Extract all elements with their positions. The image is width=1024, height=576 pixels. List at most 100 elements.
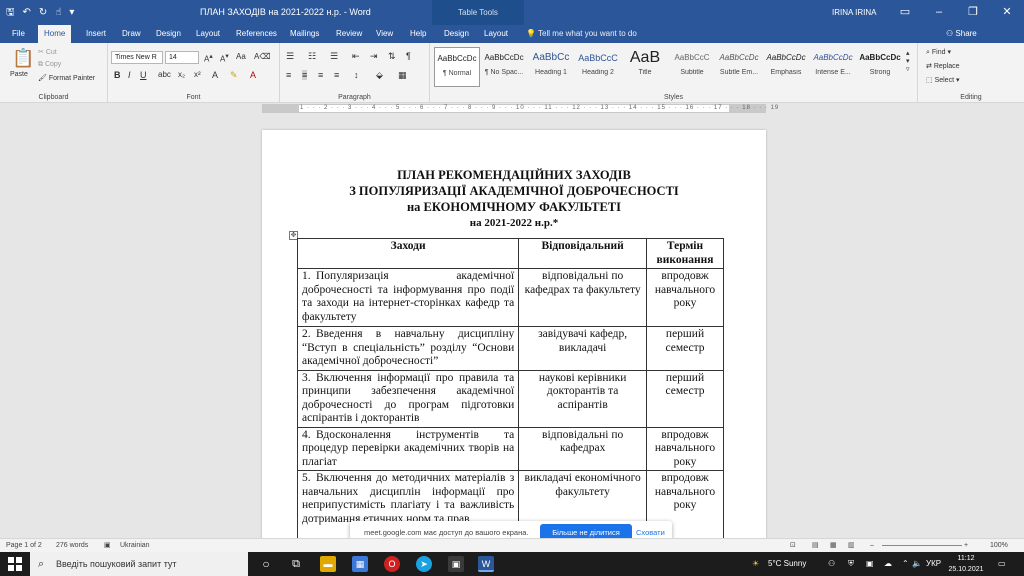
grow-font-icon[interactable]: A▴ bbox=[204, 52, 213, 64]
subscript-icon[interactable]: x₂ bbox=[178, 70, 185, 79]
measure-cell[interactable]: 3. Включення інформації про правила та пр… bbox=[296, 369, 520, 428]
responsible-cell[interactable]: наукові керівники докторантів та аспіран… bbox=[518, 369, 648, 428]
style-normal[interactable]: AaBbCcDc ¶ Normal bbox=[434, 47, 480, 87]
style-heading-2[interactable]: AaBbCcC Heading 2 bbox=[575, 47, 621, 87]
telegram-icon[interactable]: ➤ bbox=[416, 556, 432, 572]
touch-mode-icon[interactable]: ☝ bbox=[55, 0, 61, 25]
numbering-icon[interactable]: ☷ bbox=[308, 51, 316, 62]
language[interactable]: Ukrainian bbox=[120, 539, 150, 552]
zoom-out-icon[interactable]: – bbox=[870, 539, 874, 552]
responsible-cell[interactable]: завідувачі кафедр, викладачі bbox=[518, 326, 648, 371]
document-heading[interactable]: ПЛАН РЕКОМЕНДАЦІЙНИХ ЗАХОДІВ З ПОПУЛЯРИЗ… bbox=[262, 167, 766, 231]
tab-view[interactable]: View bbox=[370, 25, 399, 43]
print-layout-icon[interactable]: ▦ bbox=[830, 539, 837, 552]
zoom-level[interactable]: 100% bbox=[990, 539, 1008, 552]
weather-text[interactable]: 5°C Sunny bbox=[768, 552, 806, 576]
increase-indent-icon[interactable]: ⇥ bbox=[370, 51, 378, 62]
tab-help[interactable]: Help bbox=[404, 25, 432, 43]
share-button[interactable]: ⚇ Share bbox=[946, 25, 977, 42]
file-explorer-icon[interactable]: ▬ bbox=[320, 556, 336, 572]
taskbar-search-box[interactable]: ⌕ Введіть пошуковий запит тут bbox=[30, 552, 248, 576]
people-icon[interactable]: ⚇ bbox=[828, 552, 835, 576]
underline-icon[interactable]: U bbox=[140, 70, 147, 80]
paste-button[interactable]: Paste bbox=[10, 71, 28, 78]
copy-button[interactable]: ⧉ Copy bbox=[38, 61, 61, 69]
proofing-icon[interactable]: ▣ bbox=[104, 539, 111, 552]
header-measures[interactable]: Заходи bbox=[296, 238, 520, 269]
align-left-icon[interactable]: ≡ bbox=[286, 70, 291, 80]
document-page[interactable]: ПЛАН РЕКОМЕНДАЦІЙНИХ ЗАХОДІВ З ПОПУЛЯРИЗ… bbox=[262, 130, 766, 538]
shrink-font-icon[interactable]: A▾ bbox=[220, 52, 229, 64]
select-button[interactable]: ⬚ Select ▾ bbox=[926, 76, 960, 84]
term-cell[interactable]: перший семестр bbox=[646, 326, 724, 371]
word-count[interactable]: 276 words bbox=[56, 539, 88, 552]
tab-home[interactable]: Home bbox=[38, 25, 72, 43]
superscript-icon[interactable]: x² bbox=[194, 70, 201, 79]
font-color-icon[interactable]: A bbox=[250, 70, 256, 80]
multilevel-list-icon[interactable]: ☰ bbox=[330, 51, 338, 62]
zoom-slider[interactable] bbox=[882, 545, 962, 546]
header-responsible[interactable]: Відповідальний bbox=[518, 238, 648, 269]
responsible-cell[interactable]: відповідальні по кафедрах та факультету bbox=[518, 268, 648, 327]
font-size-box[interactable]: 14 bbox=[165, 51, 199, 64]
measure-cell[interactable]: 1. Популяризація академічної доброчесност… bbox=[296, 268, 520, 327]
font-name-box[interactable]: Times New R bbox=[111, 51, 163, 64]
windows-start-icon[interactable] bbox=[8, 557, 22, 571]
task-view-icon[interactable]: ⧉ bbox=[288, 556, 304, 572]
italic-icon[interactable]: I bbox=[128, 70, 131, 80]
opera-icon[interactable]: O bbox=[384, 556, 400, 572]
decrease-indent-icon[interactable]: ⇤ bbox=[352, 51, 360, 62]
redo-icon[interactable]: ↻ bbox=[39, 0, 47, 25]
app-icon[interactable]: ▣ bbox=[448, 556, 464, 572]
clear-format-icon[interactable]: A⌫ bbox=[254, 52, 271, 61]
undo-icon[interactable]: ↶ bbox=[23, 0, 31, 25]
tab-layout[interactable]: Layout bbox=[190, 25, 226, 43]
read-mode-icon[interactable]: ▤ bbox=[812, 539, 819, 552]
justify-icon[interactable]: ≡ bbox=[334, 70, 339, 80]
align-right-icon[interactable]: ≡ bbox=[318, 70, 323, 80]
measure-cell[interactable]: 4. Вдосконалення інструментів та процедур… bbox=[296, 426, 520, 471]
text-effects-icon[interactable]: A bbox=[212, 70, 218, 80]
style-intense-emphasis[interactable]: AaBbCcDc Intense E... bbox=[810, 47, 856, 87]
plan-table[interactable]: Заходи Відповідальний Термін виконання 1… bbox=[296, 238, 724, 538]
close-icon[interactable]: ✕ bbox=[990, 0, 1024, 25]
show-marks-icon[interactable]: ¶ bbox=[406, 51, 411, 61]
shading-icon[interactable]: ⬙ bbox=[376, 70, 383, 81]
minimize-icon[interactable]: – bbox=[922, 0, 956, 25]
tab-table-design[interactable]: Design bbox=[438, 25, 475, 43]
tab-file[interactable]: File bbox=[6, 25, 31, 43]
zoom-in-icon[interactable]: + bbox=[964, 539, 968, 552]
defender-icon[interactable]: ⛨ bbox=[848, 552, 854, 576]
style-heading-1[interactable]: AaBbCc Heading 1 bbox=[528, 47, 574, 87]
weather-icon[interactable]: ☀ bbox=[752, 552, 759, 576]
cut-button[interactable]: ✂ Cut bbox=[38, 48, 57, 56]
strikethrough-icon[interactable]: abc bbox=[158, 70, 171, 79]
horizontal-ruler[interactable]: 1 · · · 2 · · · 3 · · · 4 · · · 5 · · · … bbox=[0, 103, 1024, 115]
sort-icon[interactable]: ⇅ bbox=[388, 51, 396, 62]
measure-cell[interactable]: 2. Введення в навчальну дисципліну “Вступ… bbox=[296, 326, 520, 371]
focus-icon[interactable]: ⊡ bbox=[790, 539, 796, 552]
notifications-icon[interactable]: ▭ bbox=[998, 552, 1006, 576]
style-subtle-emphasis[interactable]: AaBbCcDc Subtle Em... bbox=[716, 47, 762, 87]
term-cell[interactable]: впродовж навчального року bbox=[646, 268, 724, 327]
restore-icon[interactable]: ❐ bbox=[956, 0, 990, 25]
bold-icon[interactable]: B bbox=[114, 70, 121, 80]
save-icon[interactable]: 🖫 bbox=[6, 0, 15, 25]
header-term[interactable]: Термін виконання bbox=[646, 238, 724, 269]
style-no-spacing[interactable]: AaBbCcDc ¶ No Spac... bbox=[481, 47, 527, 87]
volume-icon[interactable]: 🔈 bbox=[912, 552, 922, 576]
tab-insert[interactable]: Insert bbox=[80, 25, 112, 43]
user-name[interactable]: IRINA IRINA bbox=[832, 0, 876, 25]
tab-references[interactable]: References bbox=[230, 25, 283, 43]
ribbon-display-icon[interactable]: ▭ bbox=[888, 0, 922, 25]
language-indicator[interactable]: УКР bbox=[926, 552, 941, 576]
web-layout-icon[interactable]: ▥ bbox=[848, 539, 855, 552]
highlight-icon[interactable]: ✎ bbox=[230, 70, 238, 81]
customize-icon[interactable]: ▾ bbox=[69, 0, 74, 25]
change-case-icon[interactable]: Aa bbox=[236, 52, 246, 61]
page-count[interactable]: Page 1 of 2 bbox=[6, 539, 42, 552]
tab-draw[interactable]: Draw bbox=[116, 25, 147, 43]
term-cell[interactable]: перший семестр bbox=[646, 369, 724, 428]
align-center-icon[interactable]: ≡ bbox=[302, 70, 308, 80]
tab-mailings[interactable]: Mailings bbox=[284, 25, 325, 43]
